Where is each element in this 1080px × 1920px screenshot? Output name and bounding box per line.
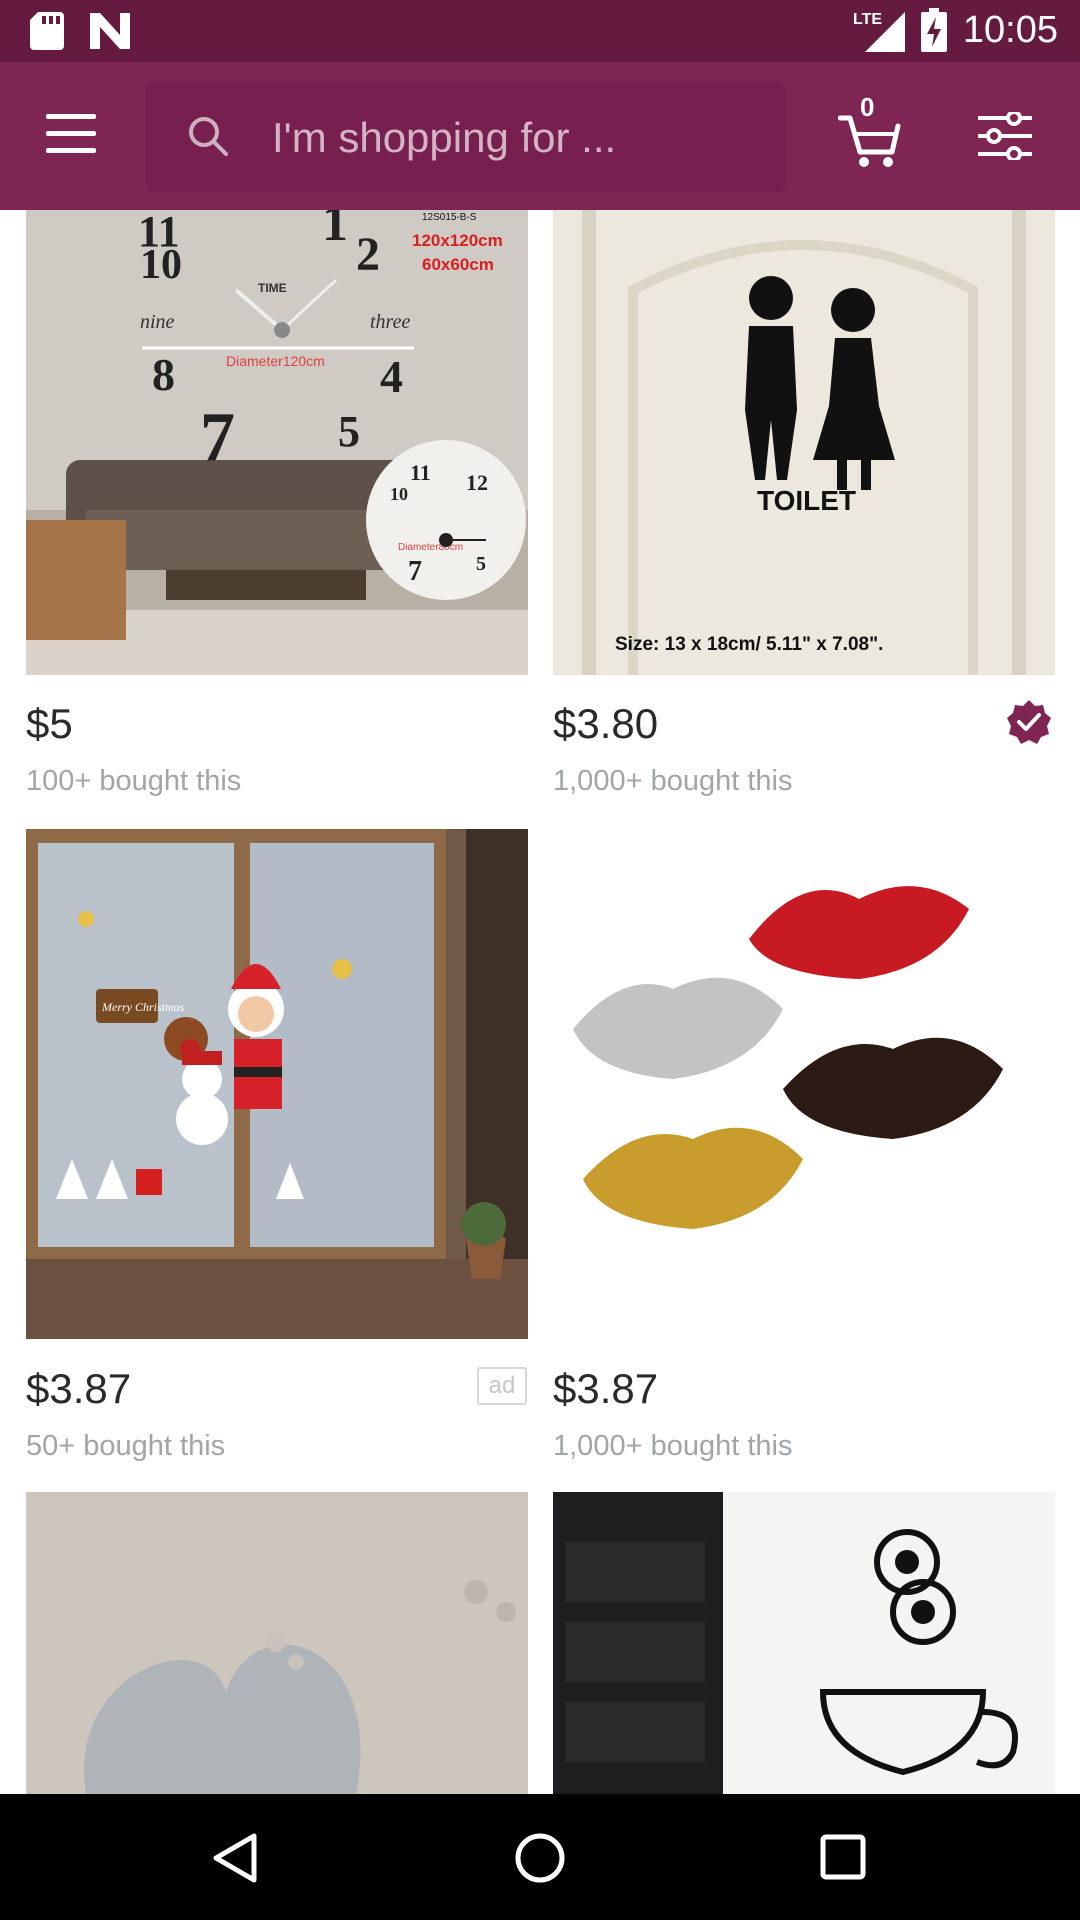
clock-word-three: three: [370, 311, 410, 333]
svg-text:10: 10: [390, 484, 408, 504]
product-card[interactable]: 11 1 2 10 8 4 7 5 nine three TIME Diamet…: [26, 210, 528, 797]
product-grid: 11 1 2 10 8 4 7 5 nine three TIME Diamet…: [0, 210, 1080, 1794]
clock-size-small: 60x60cm: [422, 255, 494, 274]
svg-text:11: 11: [410, 460, 431, 485]
recents-icon[interactable]: [820, 1834, 866, 1880]
n-logo-icon: [90, 13, 130, 49]
product-card[interactable]: TOILET Size: 13 x 18cm/ 5.11" x 7.08". $…: [553, 210, 1055, 797]
clock-digit: 4: [380, 351, 403, 402]
svg-text:7: 7: [408, 556, 422, 587]
product-image-heart-mirror[interactable]: [26, 1492, 528, 1794]
product-card[interactable]: $3.87 1,000+ bought this: [553, 829, 1055, 1462]
clock-time-label: TIME: [258, 281, 287, 295]
product-price: $5: [26, 700, 73, 747]
product-image-wall-clock[interactable]: 11 1 2 10 8 4 7 5 nine three TIME Diamet…: [26, 210, 528, 675]
product-image-toilet-sticker[interactable]: TOILET Size: 13 x 18cm/ 5.11" x 7.08".: [553, 210, 1055, 675]
clock-digit: 1: [322, 210, 348, 252]
battery-charging-icon: [920, 8, 947, 52]
clock-time: 10:05: [962, 8, 1058, 51]
product-image-owl-decal[interactable]: [553, 1492, 1055, 1794]
toilet-size-label: Size: 13 x 18cm/ 5.11" x 7.08".: [615, 634, 883, 655]
clock-digit: 5: [338, 407, 360, 456]
network-type: LTE: [853, 11, 882, 28]
clock-diameter-label: Diameter120cm: [226, 353, 325, 369]
svg-text:5: 5: [476, 553, 486, 575]
product-card[interactable]: [26, 1492, 528, 1794]
status-bar: LTE 10:05: [0, 0, 1080, 62]
christmas-sign-text: Merry Christmas: [101, 1000, 185, 1014]
product-bought-count: 50+ bought this: [26, 1430, 226, 1462]
clock-word-nine: nine: [140, 311, 175, 333]
product-image-christmas-stickers[interactable]: Merry Christmas: [26, 829, 528, 1339]
product-card[interactable]: Merry Christmas $3.87 50+ bought this ad: [26, 829, 528, 1462]
svg-text:12: 12: [466, 470, 488, 495]
back-icon[interactable]: [210, 1832, 260, 1884]
product-price: $3.80: [553, 700, 659, 747]
home-icon[interactable]: [514, 1832, 566, 1884]
product-bought-count: 1,000+ bought this: [553, 1430, 793, 1462]
menu-icon: [46, 114, 98, 153]
search-icon: [189, 117, 228, 156]
clock-digit: 10: [140, 242, 182, 288]
clock-digit: 2: [356, 228, 380, 281]
ad-badge: ad: [477, 1367, 527, 1405]
product-price: $3.87: [26, 1365, 132, 1412]
clock-size-large: 120x120cm: [412, 231, 503, 250]
verified-badge-icon: [1007, 700, 1051, 744]
app-bar: 0: [0, 62, 1080, 210]
search-bar[interactable]: [146, 82, 786, 192]
sd-card-icon: [30, 12, 64, 50]
product-card[interactable]: [553, 1492, 1055, 1794]
clock-digit: 7: [200, 399, 235, 476]
clock-product-code: 12S015-B-S: [422, 212, 477, 223]
clock-inset-diameter-label: Diameter80cm: [398, 542, 463, 553]
cart-button[interactable]: 0: [837, 92, 902, 170]
product-bought-count: 1,000+ bought this: [553, 765, 793, 797]
menu-button[interactable]: [46, 114, 98, 154]
filter-button[interactable]: [978, 110, 1032, 162]
product-price: $3.87: [553, 1365, 659, 1412]
search-input[interactable]: [272, 110, 762, 166]
filter-icon: [978, 110, 1032, 162]
signal-icon: LTE: [853, 11, 905, 52]
product-image-lips-mirror[interactable]: [553, 829, 1055, 1339]
toilet-label: TOILET: [757, 485, 856, 516]
clock-digit: 8: [152, 349, 175, 400]
system-nav-bar: [0, 1794, 1080, 1920]
product-bought-count: 100+ bought this: [26, 765, 242, 797]
cart-count-badge: 0: [860, 92, 875, 122]
